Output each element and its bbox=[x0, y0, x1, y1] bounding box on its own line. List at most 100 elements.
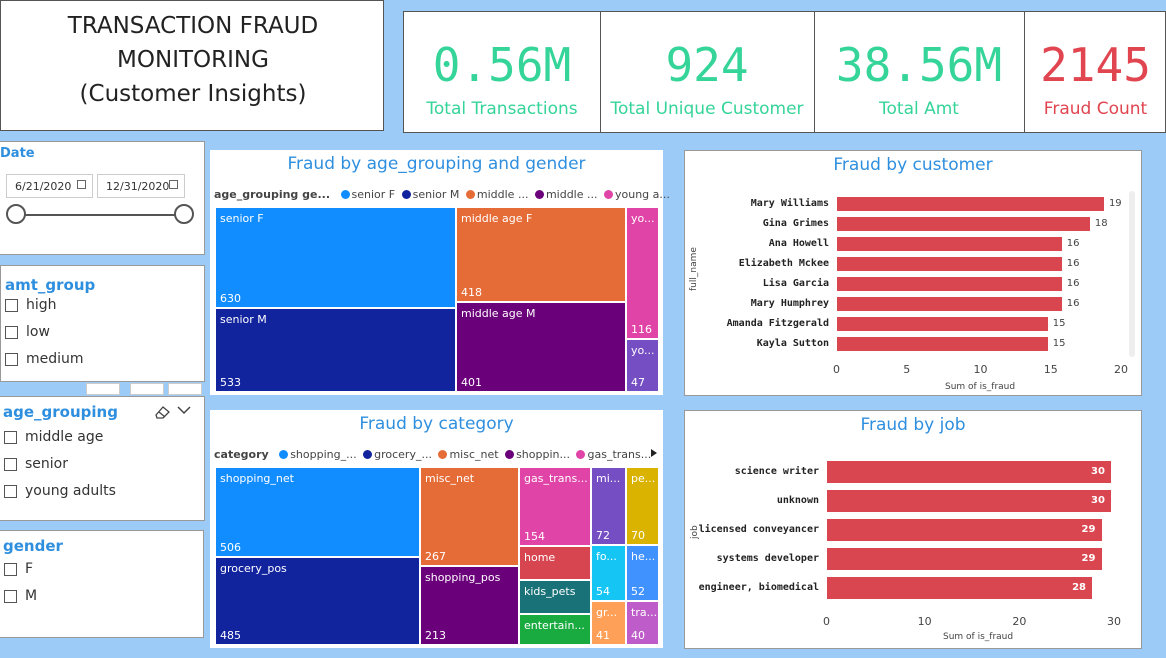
treemap-tile-misc-pos[interactable]: mi... 72 bbox=[591, 467, 626, 545]
category-label: science writer bbox=[734, 466, 819, 477]
legend-next-icon[interactable] bbox=[650, 448, 658, 458]
tile-label: home bbox=[524, 551, 556, 564]
legend-item[interactable]: gas_trans... bbox=[587, 448, 651, 461]
data-label: 29 bbox=[1081, 553, 1096, 564]
treemap-tile-senior-f[interactable]: senior F 630 bbox=[215, 207, 456, 308]
tile-label: mi... bbox=[596, 472, 621, 485]
amt-option-medium[interactable]: medium bbox=[5, 351, 84, 367]
gender-title: gender bbox=[3, 537, 63, 555]
chevron-down-icon[interactable] bbox=[177, 405, 191, 415]
bar[interactable] bbox=[827, 461, 1111, 483]
treemap-tile-shopping-pos[interactable]: shopping_pos 213 bbox=[420, 566, 519, 645]
start-date-input[interactable]: 6/21/2020 bbox=[6, 174, 93, 198]
treemap-tile-middle-age-m[interactable]: middle age M 401 bbox=[456, 302, 626, 392]
treemap-tile-home[interactable]: home bbox=[519, 546, 591, 580]
copy-visual-icon[interactable] bbox=[130, 383, 164, 395]
visual-title: Fraud by category bbox=[359, 414, 514, 434]
gender-option-m[interactable]: M bbox=[4, 588, 37, 604]
end-date-input[interactable]: 12/31/2020 bbox=[97, 174, 185, 198]
bar[interactable] bbox=[837, 257, 1062, 271]
bar[interactable] bbox=[827, 519, 1102, 541]
kpi-value: 0.56M bbox=[432, 38, 572, 92]
legend-item[interactable]: shoppin... bbox=[516, 448, 570, 461]
category-label: Mary Williams bbox=[750, 198, 829, 209]
bar[interactable] bbox=[827, 490, 1111, 512]
treemap-tile-grocery-net[interactable]: gr... 41 bbox=[591, 601, 626, 645]
tile-label: yo... bbox=[631, 344, 655, 357]
kpi-unique-customers[interactable]: 924 Total Unique Customer bbox=[600, 12, 815, 132]
treemap-tile-gas-transport[interactable]: gas_trans... 154 bbox=[519, 467, 591, 546]
treemap-tile-young-f[interactable]: yo... 116 bbox=[626, 207, 659, 339]
legend-item[interactable]: middle ... bbox=[477, 188, 529, 201]
checkbox[interactable] bbox=[4, 430, 17, 444]
checkbox[interactable] bbox=[5, 352, 18, 366]
eraser-icon[interactable] bbox=[153, 404, 171, 420]
age-option-middle-age[interactable]: middle age bbox=[4, 429, 103, 445]
category-label: Amanda Fitzgerald bbox=[726, 318, 829, 329]
kpi-total-amt[interactable]: 38.56M Total Amt bbox=[814, 12, 1025, 132]
kpi-value: 2145 bbox=[1040, 38, 1151, 92]
treemap-category[interactable]: Fraud by category category shopping_... … bbox=[210, 410, 663, 648]
bar[interactable] bbox=[827, 577, 1093, 599]
legend-item[interactable]: young a... bbox=[615, 188, 670, 201]
more-options-icon[interactable] bbox=[168, 383, 202, 395]
calendar-icon[interactable] bbox=[77, 180, 86, 189]
category-label: licensed conveyancer bbox=[698, 524, 819, 535]
checkbox[interactable] bbox=[4, 562, 17, 576]
legend-item[interactable]: middle ... bbox=[546, 188, 598, 201]
checkbox[interactable] bbox=[5, 298, 18, 312]
bar[interactable] bbox=[837, 337, 1048, 351]
bar[interactable] bbox=[827, 548, 1102, 570]
age-grouping-slicer: age_grouping middle age senior young adu… bbox=[0, 396, 205, 521]
treemap-age-gender[interactable]: Fraud by age_grouping and gender age_gro… bbox=[210, 150, 670, 395]
treemap-tile-travel[interactable]: tra... 40 bbox=[626, 601, 659, 645]
gender-option-f[interactable]: F bbox=[4, 561, 33, 577]
treemap-tile-kids-pets[interactable]: kids_pets bbox=[519, 580, 591, 614]
legend-dot bbox=[603, 190, 613, 199]
kpi-total-transactions[interactable]: 0.56M Total Transactions bbox=[404, 12, 601, 132]
treemap-tile-personal-care[interactable]: pe... 70 bbox=[626, 467, 659, 545]
date-slicer: Date 6/21/2020 12/31/2020 bbox=[0, 141, 205, 255]
kpi-fraud-count[interactable]: 2145 Fraud Count bbox=[1024, 12, 1166, 132]
tile-label: pe... bbox=[631, 472, 656, 485]
age-option-senior[interactable]: senior bbox=[4, 456, 68, 472]
bar[interactable] bbox=[837, 237, 1062, 251]
legend-item[interactable]: shopping_... bbox=[290, 448, 356, 461]
treemap-tile-middle-age-f[interactable]: middle age F 418 bbox=[456, 207, 626, 302]
amt-option-high[interactable]: high bbox=[5, 297, 57, 313]
treemap-tile-grocery-pos[interactable]: grocery_pos 485 bbox=[215, 557, 420, 645]
legend-item[interactable]: senior F bbox=[352, 188, 396, 201]
scrollbar[interactable] bbox=[1129, 191, 1135, 357]
treemap-tile-shopping-net[interactable]: shopping_net 506 bbox=[215, 467, 420, 557]
treemap-tile-young-m[interactable]: yo... 47 bbox=[626, 339, 659, 392]
treemap-tile-food-dining[interactable]: fo... 54 bbox=[591, 545, 626, 601]
amt-option-low[interactable]: low bbox=[5, 324, 50, 340]
treemap-tile-health-fitness[interactable]: he... 52 bbox=[626, 545, 659, 601]
bar[interactable] bbox=[837, 297, 1062, 311]
calendar-icon[interactable] bbox=[169, 180, 178, 189]
legend-item[interactable]: misc_net bbox=[449, 448, 498, 461]
checkbox[interactable] bbox=[4, 457, 17, 471]
checkbox[interactable] bbox=[4, 484, 17, 498]
bar-chart-customer[interactable]: Fraud by customer full_name Sum of is_fr… bbox=[684, 150, 1142, 396]
legend-item[interactable]: grocery_... bbox=[374, 448, 432, 461]
data-label: 16 bbox=[1066, 298, 1080, 309]
legend-item[interactable]: senior M bbox=[413, 188, 460, 201]
date-range-track[interactable] bbox=[16, 214, 186, 216]
bar[interactable] bbox=[837, 217, 1090, 231]
date-range-start-handle[interactable] bbox=[6, 204, 26, 224]
bar[interactable] bbox=[837, 197, 1104, 211]
bar[interactable] bbox=[837, 277, 1062, 291]
treemap-tile-senior-m[interactable]: senior M 533 bbox=[215, 308, 456, 392]
checkbox[interactable] bbox=[4, 589, 17, 603]
start-date-value: 6/21/2020 bbox=[15, 180, 72, 193]
focus-mode-icon[interactable] bbox=[86, 383, 120, 395]
treemap-tile-entertainment[interactable]: entertain... bbox=[519, 614, 591, 645]
date-range-end-handle[interactable] bbox=[174, 204, 194, 224]
bar-chart-job[interactable]: Fraud by job job Sum of is_fraud science… bbox=[684, 410, 1142, 649]
data-label: 19 bbox=[1108, 198, 1122, 209]
treemap-tile-misc-net[interactable]: misc_net 267 bbox=[420, 467, 519, 566]
checkbox[interactable] bbox=[5, 325, 18, 339]
bar[interactable] bbox=[837, 317, 1048, 331]
age-option-young-adults[interactable]: young adults bbox=[4, 483, 116, 499]
